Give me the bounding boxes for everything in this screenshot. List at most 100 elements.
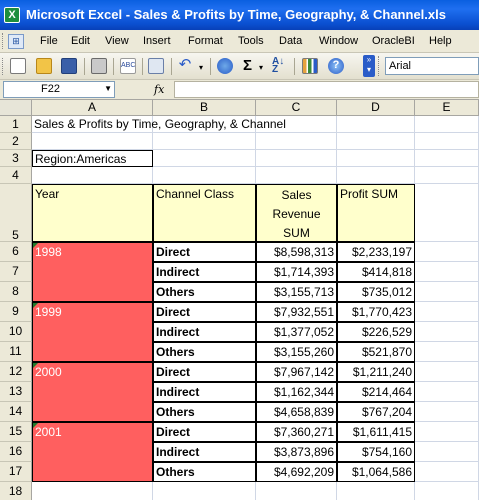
sales-cell[interactable]: $3,873,896 <box>256 442 337 462</box>
chart-wizard-icon[interactable] <box>302 58 318 74</box>
profit-cell[interactable]: $414,818 <box>337 262 415 282</box>
channel-cell[interactable]: Direct <box>153 422 256 442</box>
row-header-17[interactable]: 17 <box>0 462 32 482</box>
region-label[interactable]: Region:Americas <box>32 150 153 167</box>
new-icon[interactable] <box>10 58 26 74</box>
sales-cell[interactable]: $3,155,260 <box>256 342 337 362</box>
row-header-1[interactable]: 1 <box>0 116 32 133</box>
cell[interactable] <box>415 167 479 184</box>
name-box-dropdown-icon[interactable]: ▼ <box>104 84 112 93</box>
row-header-15[interactable]: 15 <box>0 422 32 442</box>
autosum-icon[interactable]: Σ <box>243 57 252 74</box>
profit-cell[interactable]: $1,770,423 <box>337 302 415 322</box>
profit-cell[interactable]: $2,233,197 <box>337 242 415 262</box>
cell[interactable] <box>415 322 479 342</box>
error-indicator-icon[interactable] <box>33 423 38 428</box>
profit-cell[interactable]: $1,211,240 <box>337 362 415 382</box>
cell[interactable] <box>415 342 479 362</box>
row-header-5[interactable]: 5 <box>0 184 32 242</box>
profit-cell[interactable]: $754,160 <box>337 442 415 462</box>
column-header-d[interactable]: D <box>337 100 415 116</box>
cell[interactable] <box>256 133 337 150</box>
row-header-7[interactable]: 7 <box>0 262 32 282</box>
profit-cell[interactable]: $1,064,586 <box>337 462 415 482</box>
cell[interactable] <box>337 150 415 167</box>
profit-cell[interactable]: $214,464 <box>337 382 415 402</box>
sales-cell[interactable]: $1,162,344 <box>256 382 337 402</box>
cell[interactable] <box>32 482 153 500</box>
cell[interactable] <box>337 116 415 133</box>
font-name-box[interactable]: Arial <box>385 57 479 75</box>
sales-cell[interactable]: $4,658,839 <box>256 402 337 422</box>
cell[interactable] <box>337 167 415 184</box>
row-header-16[interactable]: 16 <box>0 442 32 462</box>
cell[interactable] <box>415 302 479 322</box>
cell[interactable] <box>415 242 479 262</box>
menu-window[interactable]: Window <box>319 35 358 47</box>
autosum-dropdown-icon[interactable]: ▾ <box>259 63 263 72</box>
row-header-12[interactable]: 12 <box>0 362 32 382</box>
channel-cell[interactable]: Others <box>153 282 256 302</box>
row-header-14[interactable]: 14 <box>0 402 32 422</box>
title-bar[interactable]: X Microsoft Excel - Sales & Profits by T… <box>0 0 479 30</box>
header-sales-revenue-sum[interactable]: Sales Revenue SUM <box>256 184 337 242</box>
row-header-9[interactable]: 9 <box>0 302 32 322</box>
menu-file[interactable]: File <box>40 35 58 47</box>
column-header-c[interactable]: C <box>256 100 337 116</box>
row-header-8[interactable]: 8 <box>0 282 32 302</box>
menu-help[interactable]: Help <box>429 35 452 47</box>
cell[interactable] <box>415 482 479 500</box>
cell[interactable] <box>415 282 479 302</box>
cell[interactable] <box>415 184 479 242</box>
cell[interactable] <box>256 150 337 167</box>
column-header-a[interactable]: A <box>32 100 153 116</box>
cell[interactable] <box>337 482 415 500</box>
year-cell[interactable]: 1999 <box>32 302 153 362</box>
channel-cell[interactable]: Direct <box>153 242 256 262</box>
cell[interactable] <box>415 402 479 422</box>
sort-ascending-icon[interactable]: A↓ Z <box>272 57 288 75</box>
channel-cell[interactable]: Indirect <box>153 382 256 402</box>
row-header-4[interactable]: 4 <box>0 167 32 184</box>
spelling-icon[interactable]: ABC <box>120 58 136 74</box>
sales-cell[interactable]: $8,598,313 <box>256 242 337 262</box>
help-icon[interactable]: ? <box>328 58 344 74</box>
menu-view[interactable]: View <box>105 35 129 47</box>
error-indicator-icon[interactable] <box>33 303 38 308</box>
undo-dropdown-icon[interactable]: ▾ <box>199 63 203 72</box>
cell[interactable] <box>153 167 256 184</box>
excel-icon[interactable]: X <box>4 7 20 23</box>
hyperlink-icon[interactable] <box>217 58 233 74</box>
print-icon[interactable] <box>91 58 107 74</box>
sales-cell[interactable]: $1,714,393 <box>256 262 337 282</box>
cell[interactable] <box>415 422 479 442</box>
cell[interactable] <box>415 150 479 167</box>
cell[interactable] <box>153 150 256 167</box>
cell[interactable] <box>415 382 479 402</box>
row-header-13[interactable]: 13 <box>0 382 32 402</box>
profit-cell[interactable]: $735,012 <box>337 282 415 302</box>
channel-cell[interactable]: Direct <box>153 362 256 382</box>
row-header-3[interactable]: 3 <box>0 150 32 167</box>
channel-cell[interactable]: Indirect <box>153 262 256 282</box>
cell[interactable] <box>415 462 479 482</box>
channel-cell[interactable]: Others <box>153 402 256 422</box>
row-header-10[interactable]: 10 <box>0 322 32 342</box>
channel-cell[interactable]: Direct <box>153 302 256 322</box>
channel-cell[interactable]: Others <box>153 462 256 482</box>
row-header-2[interactable]: 2 <box>0 133 32 150</box>
cell[interactable] <box>415 442 479 462</box>
cell[interactable] <box>415 362 479 382</box>
year-cell[interactable]: 2000 <box>32 362 153 422</box>
cell[interactable] <box>153 482 256 500</box>
select-all-corner[interactable] <box>0 100 32 116</box>
sheet-title[interactable]: Sales & Profits by Time, Geography, & Ch… <box>32 116 286 133</box>
name-box[interactable]: F22 ▼ <box>3 81 115 98</box>
toolbar-options-icon[interactable]: » ▾ <box>363 55 375 77</box>
insert-function-icon[interactable]: fx <box>154 83 164 96</box>
sales-cell[interactable]: $4,692,209 <box>256 462 337 482</box>
column-header-e[interactable]: E <box>415 100 479 116</box>
year-cell[interactable]: 2001 <box>32 422 153 482</box>
save-icon[interactable] <box>61 58 77 74</box>
row-header-6[interactable]: 6 <box>0 242 32 262</box>
